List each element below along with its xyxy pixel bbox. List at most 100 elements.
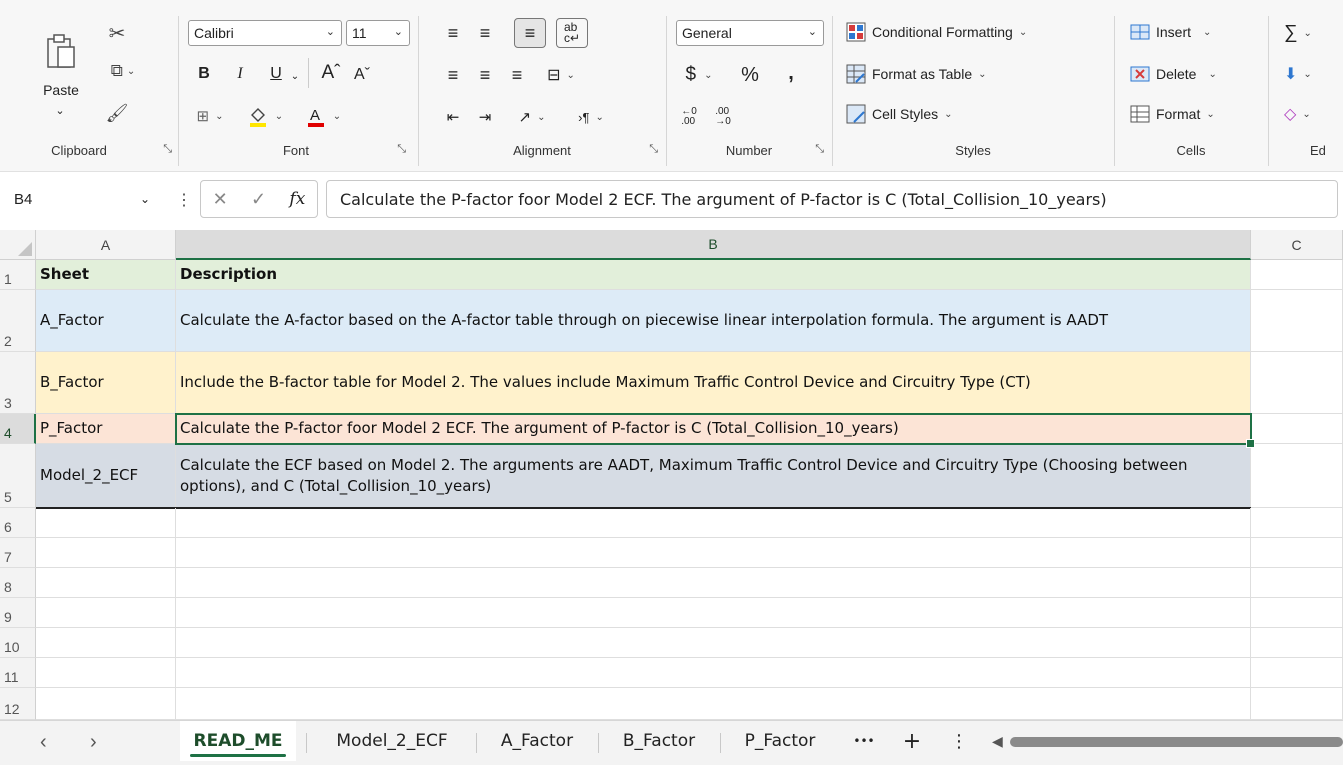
font-color-icon[interactable]: A ⌄ <box>298 104 348 128</box>
cell-b10[interactable] <box>176 628 1251 658</box>
align-center-icon[interactable]: ≡ <box>472 62 498 88</box>
tab-options-icon[interactable]: ⋮ <box>944 721 974 761</box>
row-header-6[interactable]: 6 <box>0 508 36 538</box>
cell-c4[interactable] <box>1251 414 1343 444</box>
cell-b8[interactable] <box>176 568 1251 598</box>
select-all-corner[interactable] <box>0 230 36 260</box>
cell-b7[interactable] <box>176 538 1251 568</box>
formula-input[interactable]: Calculate the P-factor foor Model 2 ECF.… <box>326 180 1338 218</box>
row-header-2[interactable]: 2 <box>0 290 36 352</box>
decrease-font-size-button[interactable]: Aˇ <box>348 62 376 88</box>
cell-a7[interactable] <box>36 538 176 568</box>
decrease-indent-icon[interactable]: ⇤ <box>440 104 466 130</box>
align-middle-icon[interactable]: ≡ <box>472 20 498 46</box>
cell-a4[interactable]: P_Factor <box>36 414 176 444</box>
format-as-table-button[interactable]: Format as Table ⌄ <box>846 64 987 84</box>
row-header-3[interactable]: 3 <box>0 352 36 414</box>
add-sheet-icon[interactable]: + <box>892 721 932 761</box>
cell-b4[interactable]: Calculate the P-factor foor Model 2 ECF.… <box>176 414 1251 444</box>
align-top-icon[interactable]: ≡ <box>440 20 466 46</box>
borders-icon[interactable]: ⊞ ⌄ <box>190 104 230 128</box>
autosum-icon[interactable]: ∑ ⌄ <box>1284 22 1312 44</box>
cell-c2[interactable] <box>1251 290 1343 352</box>
cell-c5[interactable] <box>1251 444 1343 508</box>
clear-icon[interactable]: ◇ ⌄ <box>1284 104 1311 124</box>
scroll-tabs-right-icon[interactable]: › <box>90 731 97 754</box>
scroll-left-arrow-icon[interactable]: ◀ <box>992 733 1003 750</box>
cell-c10[interactable] <box>1251 628 1343 658</box>
more-sheets-icon[interactable]: ••• <box>844 721 884 761</box>
cell-b2[interactable]: Calculate the A-factor based on the A-fa… <box>176 290 1251 352</box>
row-header-7[interactable]: 7 <box>0 538 36 568</box>
horizontal-scrollbar[interactable] <box>1010 737 1343 747</box>
decrease-decimal-icon[interactable]: .00 →0 <box>708 104 738 130</box>
cell-c11[interactable] <box>1251 658 1343 688</box>
row-header-1[interactable]: 1 <box>0 260 36 290</box>
cell-a11[interactable] <box>36 658 176 688</box>
underline-button[interactable]: U <box>264 62 288 86</box>
sheet-tab-a-factor[interactable]: A_Factor <box>480 721 594 761</box>
row-header-10[interactable]: 10 <box>0 628 36 658</box>
cell-a12[interactable] <box>36 688 176 720</box>
font-size-dropdown[interactable]: 11 ⌄ <box>346 20 410 46</box>
insert-cells-button[interactable]: Insert ⌄ <box>1130 22 1211 42</box>
currency-button[interactable]: $ ⌄ <box>674 62 724 88</box>
cell-b1[interactable]: Description <box>176 260 1251 290</box>
increase-indent-icon[interactable]: ⇥ <box>472 104 498 130</box>
sheet-tab-model-2-ecf[interactable]: Model_2_ECF <box>312 721 472 761</box>
cell-c3[interactable] <box>1251 352 1343 414</box>
align-left-icon[interactable]: ≡ <box>440 62 466 88</box>
cell-c12[interactable] <box>1251 688 1343 720</box>
cell-a9[interactable] <box>36 598 176 628</box>
cell-c8[interactable] <box>1251 568 1343 598</box>
cell-c6[interactable] <box>1251 508 1343 538</box>
cell-b9[interactable] <box>176 598 1251 628</box>
cell-b3[interactable]: Include the B-factor table for Model 2. … <box>176 352 1251 414</box>
row-header-4[interactable]: 4 <box>0 414 36 444</box>
name-box[interactable]: B4 ⌄ <box>8 184 158 214</box>
more-options-icon[interactable]: ⋮ <box>176 190 192 210</box>
comma-style-button[interactable]: , <box>776 60 806 86</box>
row-header-11[interactable]: 11 <box>0 658 36 688</box>
insert-function-icon[interactable]: fx <box>289 189 305 209</box>
fill-color-icon[interactable]: ⌄ <box>240 104 290 128</box>
paste-button[interactable] <box>36 22 86 82</box>
cell-b12[interactable] <box>176 688 1251 720</box>
sheet-tab-b-factor[interactable]: B_Factor <box>602 721 716 761</box>
merge-center-icon[interactable]: ⊟ ⌄ <box>536 62 586 88</box>
underline-dropdown-chevron-icon[interactable]: ⌄ <box>288 66 302 86</box>
delete-cells-button[interactable]: Delete ⌄ <box>1130 64 1217 84</box>
row-header-12[interactable]: 12 <box>0 688 36 720</box>
cell-a3[interactable]: B_Factor <box>36 352 176 414</box>
align-right-icon[interactable]: ≡ <box>504 62 530 88</box>
conditional-formatting-button[interactable]: Conditional Formatting ⌄ <box>846 22 1027 42</box>
enter-icon[interactable]: ✓ <box>251 189 266 210</box>
cell-c9[interactable] <box>1251 598 1343 628</box>
cell-a10[interactable] <box>36 628 176 658</box>
cell-b5[interactable]: Calculate the ECF based on Model 2. The … <box>176 444 1251 508</box>
cut-icon[interactable]: ✂ <box>102 20 132 46</box>
wrap-text-icon[interactable]: ab c↵ <box>556 18 588 48</box>
cell-b11[interactable] <box>176 658 1251 688</box>
cell-a1[interactable]: Sheet <box>36 260 176 290</box>
cell-a6[interactable] <box>36 508 176 538</box>
number-format-dropdown[interactable]: General ⌄ <box>676 20 824 46</box>
font-name-dropdown[interactable]: Calibri ⌄ <box>188 20 342 46</box>
cancel-icon[interactable]: ✕ <box>213 189 228 210</box>
column-header-a[interactable]: A <box>36 230 176 260</box>
column-header-b[interactable]: B <box>176 230 1251 260</box>
format-painter-icon[interactable]: 🖌 <box>102 100 132 126</box>
row-header-9[interactable]: 9 <box>0 598 36 628</box>
copy-icon[interactable]: ⧉ ⌄ <box>98 58 148 84</box>
cell-a2[interactable]: A_Factor <box>36 290 176 352</box>
cell-c1[interactable] <box>1251 260 1343 290</box>
cell-a5[interactable]: Model_2_ECF <box>36 444 176 508</box>
cell-styles-button[interactable]: Cell Styles ⌄ <box>846 104 953 124</box>
cell-a8[interactable] <box>36 568 176 598</box>
text-direction-icon[interactable]: ›¶ ⌄ <box>566 104 616 130</box>
font-launcher-icon[interactable]: ⤡ <box>397 143 406 156</box>
cell-b6[interactable] <box>176 508 1251 538</box>
italic-button[interactable]: I <box>228 62 252 86</box>
increase-decimal-icon[interactable]: ←0.00 <box>674 104 704 130</box>
column-header-c[interactable]: C <box>1251 230 1343 260</box>
